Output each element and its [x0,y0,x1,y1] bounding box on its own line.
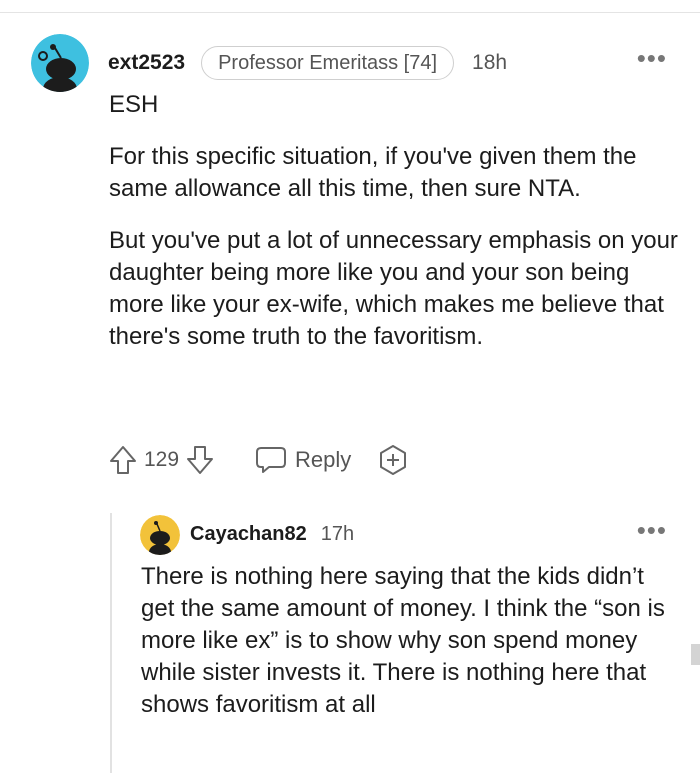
reply-body: There is nothing here saying that the ki… [141,561,681,721]
downvote-arrow-icon[interactable] [185,444,215,476]
comment-header: ext2523 Professor Emeritass [74] 18h [108,44,507,82]
reply-header: Cayachan82 17h [190,517,354,551]
comment-paragraph: But you've put a lot of unnecessary emph… [109,227,678,350]
more-options-icon[interactable]: ••• [637,45,667,71]
reply-label: Reply [295,447,352,472]
vote-score: 129 [144,448,180,471]
reply-paragraph: There is nothing here saying that the ki… [141,563,665,718]
thread-line[interactable] [110,513,112,773]
comment-body: ESH For this specific situation, if you'… [109,89,684,353]
scrollbar-thumb[interactable] [691,644,700,665]
award-button[interactable] [377,444,409,476]
username[interactable]: Cayachan82 [190,523,307,546]
avatar[interactable] [31,34,89,92]
speech-bubble-icon [255,445,287,475]
comment-paragraph: For this specific situation, if you've g… [109,143,637,202]
top-divider [0,12,700,13]
user-flair: Professor Emeritass [74] [201,46,455,80]
comment-paragraph: ESH [109,91,159,118]
timestamp: 18h [472,51,508,74]
comment-actions: 129 Reply [108,441,409,479]
award-plus-icon [377,444,409,476]
reply-button[interactable]: Reply [255,445,351,475]
upvote-arrow-icon[interactable] [108,444,138,476]
more-options-icon[interactable]: ••• [637,517,667,543]
vote-group: 129 [108,444,215,476]
avatar[interactable] [140,515,180,555]
timestamp: 17h [320,522,355,545]
username[interactable]: ext2523 [108,51,185,75]
